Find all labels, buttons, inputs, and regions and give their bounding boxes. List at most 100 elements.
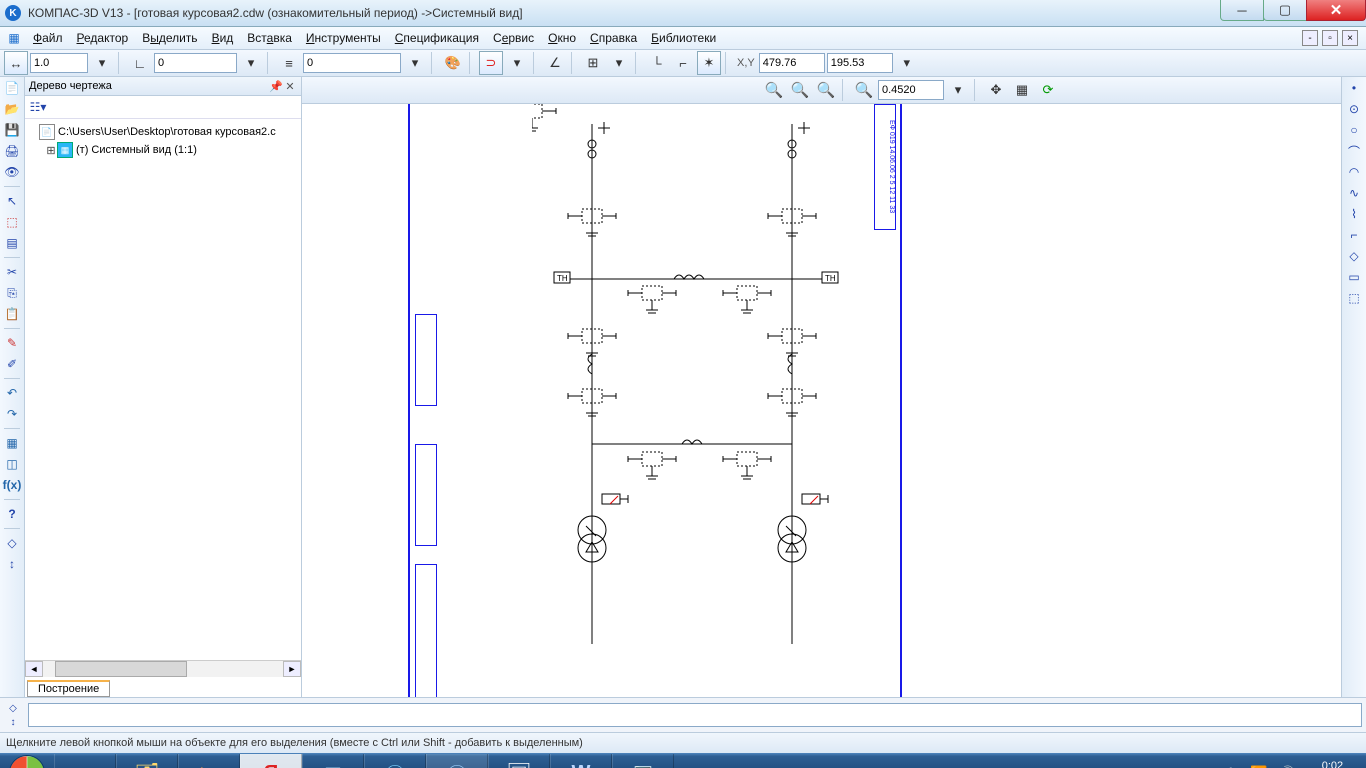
doc-icon[interactable]: ▦ [6, 30, 22, 46]
views-icon[interactable]: ▦ [1010, 78, 1034, 102]
menu-spec[interactable]: Спецификация [388, 29, 486, 47]
pin-icon[interactable]: 📌 [269, 80, 283, 93]
tray-network-icon[interactable]: 📶 [1250, 765, 1267, 768]
grid-dropdown-icon[interactable]: ▾ [607, 51, 631, 75]
tree-file-row[interactable]: 📄 C:\Users\User\Desktop\готовая курсовая… [27, 123, 299, 141]
geom-icon[interactable]: ◇ [3, 534, 21, 552]
menu-service[interactable]: Сервис [486, 29, 541, 47]
cmd-icon2[interactable]: ↕ [4, 716, 22, 728]
redo-icon[interactable]: ↷ [3, 405, 21, 423]
style-icon[interactable]: ≡ [277, 51, 301, 75]
scroll-thumb[interactable] [55, 661, 187, 677]
brush-icon[interactable]: ✎ [3, 334, 21, 352]
command-input[interactable] [28, 703, 1362, 727]
cut-icon[interactable]: ✂ [3, 263, 21, 281]
scroll-left-icon[interactable]: ◄ [25, 661, 43, 677]
open-icon[interactable]: 📂 [3, 100, 21, 118]
task-skype-icon[interactable]: Ⓢ [364, 754, 426, 768]
ortho2-icon[interactable]: ⌐ [671, 51, 695, 75]
save-icon[interactable]: 💾 [3, 121, 21, 139]
task-unknown-icon[interactable]: 💻 [612, 754, 674, 768]
zoom-fit-icon[interactable]: 🔍 [852, 78, 876, 102]
angle-input[interactable] [154, 53, 237, 73]
ortho1-icon[interactable]: └ [645, 51, 669, 75]
r-tool4-icon[interactable]: ⌒ [1345, 142, 1363, 160]
r-tool7-icon[interactable]: ⌇ [1345, 205, 1363, 223]
lib2-icon[interactable]: ◫ [3, 455, 21, 473]
refresh-icon[interactable]: ⟳ [1036, 78, 1060, 102]
magnet-dropdown-icon[interactable]: ▾ [505, 51, 529, 75]
task-ie-icon[interactable]: e [54, 754, 116, 768]
eraser-icon[interactable]: ✐ [3, 355, 21, 373]
undo-icon[interactable]: ↶ [3, 384, 21, 402]
menu-window[interactable]: Окно [541, 29, 583, 47]
tree-mode-icon[interactable]: ☷▾ [29, 98, 47, 116]
menu-libs[interactable]: Библиотеки [644, 29, 723, 47]
minimize-button[interactable]: ─ [1220, 0, 1264, 21]
r-tool1-icon[interactable]: • [1345, 79, 1363, 97]
zoom-dropdown-icon[interactable]: ▾ [946, 78, 970, 102]
fx-icon[interactable]: f(x) [3, 476, 21, 494]
angle-dropdown-icon[interactable]: ▾ [239, 51, 263, 75]
task-yandex-icon[interactable]: Я [240, 754, 302, 768]
step-icon[interactable]: ↔ [4, 51, 28, 75]
coord-dropdown-icon[interactable]: ▾ [895, 51, 919, 75]
snap1-icon[interactable]: ∠ [543, 51, 567, 75]
r-tool6-icon[interactable]: ∿ [1345, 184, 1363, 202]
tree-close-icon[interactable]: ✕ [283, 80, 297, 93]
tree-hscrollbar[interactable]: ◄ ► [25, 660, 301, 677]
r-tool2-icon[interactable]: ⊙ [1345, 100, 1363, 118]
r-tool10-icon[interactable]: ▭ [1345, 268, 1363, 286]
menu-view[interactable]: Вид [205, 29, 241, 47]
menu-editor[interactable]: Редактор [70, 29, 136, 47]
mdi-minimize-button[interactable]: - [1302, 30, 1318, 46]
zoom-out-icon[interactable]: 🔍 [814, 78, 838, 102]
magnet-icon[interactable]: ⊃ [479, 51, 503, 75]
grid-icon[interactable]: ⊞ [581, 51, 605, 75]
help-icon[interactable]: ? [3, 505, 21, 523]
new-doc-icon[interactable]: 📄 [3, 79, 21, 97]
r-tool11-icon[interactable]: ⬚ [1345, 289, 1363, 307]
coord-x-input[interactable] [759, 53, 825, 73]
style-input[interactable] [303, 53, 401, 73]
task-media-icon[interactable]: ▶ [178, 754, 240, 768]
select-tool-icon[interactable]: ⬚ [3, 213, 21, 231]
palette-icon[interactable]: 🎨 [441, 51, 465, 75]
menu-file[interactable]: Файл [26, 29, 70, 47]
mdi-close-button[interactable]: × [1342, 30, 1358, 46]
tray-sound-icon[interactable]: 🔊 [1278, 765, 1295, 768]
menu-select[interactable]: Выделить [135, 29, 204, 47]
tray-flag-icon[interactable]: ⚐ [1228, 765, 1241, 768]
menu-tools[interactable]: Инструменты [299, 29, 388, 47]
paste-icon[interactable]: 📋 [3, 305, 21, 323]
start-button[interactable] [0, 753, 54, 768]
tree-view-row[interactable]: ⊞ ▦ (т) Системный вид (1:1) [27, 141, 299, 159]
angle-icon[interactable]: ∟ [128, 51, 152, 75]
preview-icon[interactable]: 👁 [3, 163, 21, 181]
zoom-input[interactable] [878, 80, 944, 100]
layers-icon[interactable]: ▤ [3, 234, 21, 252]
zoom-sel-icon[interactable]: 🔍 [788, 78, 812, 102]
zoom-in-icon[interactable]: 🔍 [762, 78, 786, 102]
task-photos-icon[interactable]: 🖼 [488, 754, 550, 768]
menu-insert[interactable]: Вставка [240, 29, 299, 47]
cmd-icon1[interactable]: ◇ [4, 702, 22, 714]
step-dropdown-icon[interactable]: ▾ [90, 51, 114, 75]
mdi-restore-button[interactable]: ▫ [1322, 30, 1338, 46]
dim-icon[interactable]: ↕ [3, 555, 21, 573]
maximize-button[interactable]: ▢ [1263, 0, 1307, 21]
task-word-icon[interactable]: W [550, 754, 612, 768]
print-icon[interactable]: 🖨 [3, 142, 21, 160]
coord-y-input[interactable] [827, 53, 893, 73]
pointer-icon[interactable]: ↖ [3, 192, 21, 210]
tab-construction[interactable]: Построение [27, 680, 110, 697]
task-kompas-icon[interactable]: Ⓚ [426, 754, 488, 768]
copy-icon[interactable]: ⎘ [3, 284, 21, 302]
expand-icon[interactable]: ⊞ [45, 144, 57, 157]
r-tool3-icon[interactable]: ○ [1345, 121, 1363, 139]
lib1-icon[interactable]: ▦ [3, 434, 21, 452]
r-tool5-icon[interactable]: ◠ [1345, 163, 1363, 181]
snap-active-icon[interactable]: ✶ [697, 51, 721, 75]
task-explorer-icon[interactable]: 🗂 [116, 754, 178, 768]
r-tool9-icon[interactable]: ◇ [1345, 247, 1363, 265]
